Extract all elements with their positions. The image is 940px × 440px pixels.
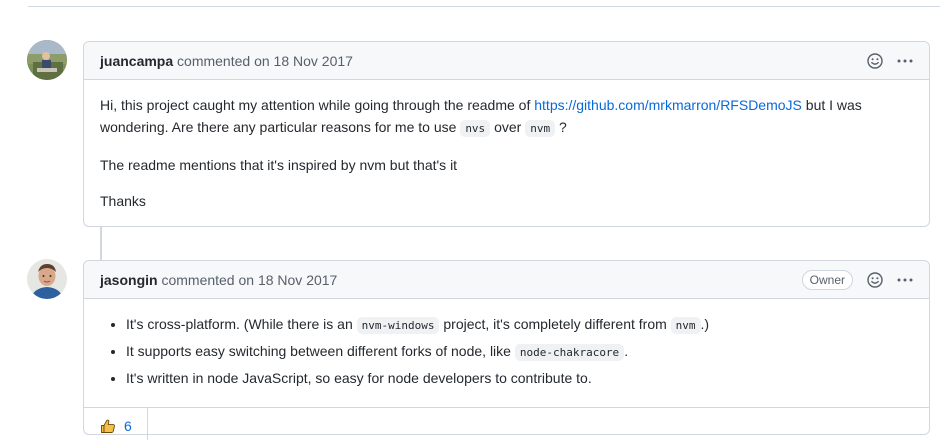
text: It supports easy switching between diffe… — [126, 343, 515, 359]
comment-header: juancampa commented on 18 Nov 2017 — [84, 42, 929, 80]
divider — [28, 6, 940, 7]
inline-code: nvm-windows — [356, 317, 440, 334]
text: . — [624, 343, 629, 359]
kebab-horizontal-icon — [897, 278, 913, 282]
bullet-list: It's cross-platform. (While there is an … — [100, 313, 913, 389]
comment-author[interactable]: juancampa — [100, 53, 173, 69]
comment-date[interactable]: 18 Nov 2017 — [258, 272, 337, 288]
list-item: It's written in node JavaScript, so easy… — [126, 367, 913, 389]
timeline-connector — [100, 226, 102, 260]
comment-verb: commented on — [177, 53, 270, 69]
comment-body: It's cross-platform. (While there is an … — [84, 299, 929, 407]
comment-paragraph: The readme mentions that it's inspired b… — [100, 157, 458, 173]
comment-body: Hi, this project caught my attention whi… — [84, 80, 929, 226]
inline-code: nvm — [525, 120, 556, 137]
more-options-button[interactable] — [895, 270, 915, 290]
inline-code: nvs — [460, 120, 491, 137]
comment-jasongin: jasongin commented on 18 Nov 2017 Owner — [83, 260, 930, 440]
avatar-image — [27, 40, 67, 80]
text: ? — [555, 119, 567, 135]
thumbs-up-reaction-button[interactable]: 6 — [84, 408, 148, 440]
reaction-count: 6 — [124, 417, 132, 434]
comment-verb: commented on — [161, 272, 255, 288]
inline-code: nvm — [670, 317, 701, 334]
comment-author[interactable]: jasongin — [100, 272, 158, 288]
list-item: It supports easy switching between diffe… — [126, 340, 913, 364]
add-reaction-button[interactable] — [865, 51, 885, 71]
issue-timeline: juancampa commented on 18 Nov 2017 Hi, t… — [0, 0, 940, 440]
comment-actions: Owner — [801, 261, 915, 299]
owner-badge: Owner — [801, 270, 853, 290]
comment-juancampa: juancampa commented on 18 Nov 2017 Hi, t… — [83, 41, 930, 227]
comment-actions — [865, 42, 915, 80]
thumbs-up-icon — [101, 419, 115, 433]
avatar-jasongin[interactable] — [27, 259, 67, 299]
avatar-image — [27, 259, 67, 299]
smiley-icon — [867, 53, 883, 69]
reactions-bar: 6 — [84, 407, 929, 440]
comment-header: jasongin commented on 18 Nov 2017 Owner — [84, 261, 929, 299]
smiley-icon — [867, 272, 883, 288]
repo-link[interactable]: https://github.com/mrkmarron/RFSDemoJS — [534, 97, 802, 113]
comment-date[interactable]: 18 Nov 2017 — [274, 53, 353, 69]
more-options-button[interactable] — [895, 51, 915, 71]
comment-paragraph: Hi, this project caught my attention whi… — [100, 94, 913, 140]
avatar-juancampa[interactable] — [27, 40, 67, 80]
text: .) — [700, 316, 710, 332]
add-reaction-button[interactable] — [865, 270, 885, 290]
kebab-horizontal-icon — [897, 59, 913, 63]
text: It's cross-platform. (While there is an — [126, 316, 357, 332]
text: over — [490, 119, 526, 135]
comment-paragraph: Thanks — [100, 193, 146, 209]
text: Hi, this project caught my attention whi… — [100, 97, 535, 113]
text: project, it's completely different from — [439, 316, 671, 332]
list-item: It's cross-platform. (While there is an … — [126, 313, 913, 337]
inline-code: node-chakracore — [514, 344, 625, 361]
